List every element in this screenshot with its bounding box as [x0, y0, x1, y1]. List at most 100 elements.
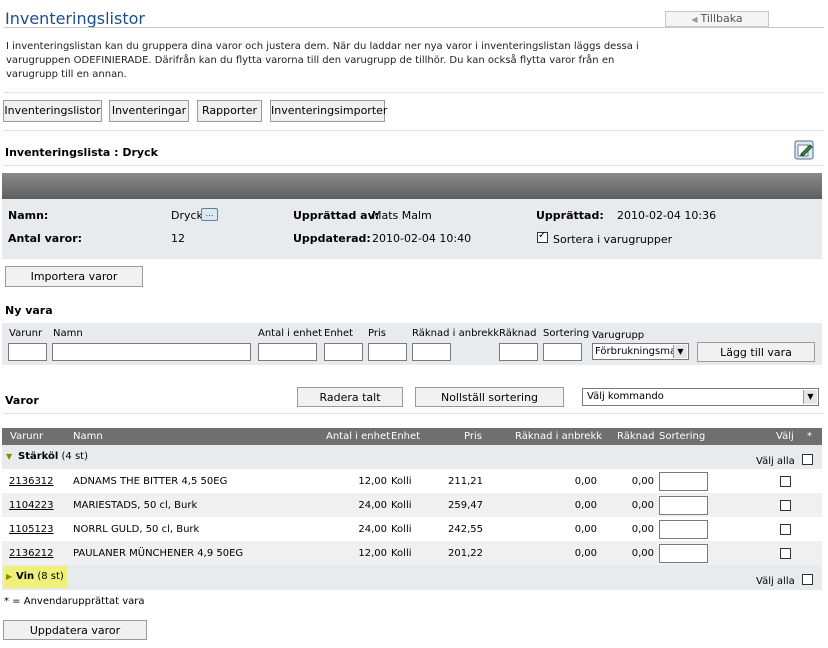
chevron-down-icon: ▼: [803, 390, 817, 404]
varor-heading: Varor: [5, 394, 39, 407]
nav-inventeringslistor-button[interactable]: Inventeringslistor: [3, 100, 102, 122]
new-varugrupp-select[interactable]: Förbrukningsma ▼: [592, 343, 689, 360]
item-sort-input[interactable]: [659, 472, 708, 491]
list-heading: Inventeringslista : Dryck: [5, 146, 158, 159]
select-all-checkbox[interactable]: [802, 574, 813, 585]
varugrupp-selected: Förbrukningsma: [595, 346, 677, 357]
group-row-starkol[interactable]: ▼ Stärköl (4 st) Välj alla: [2, 445, 822, 469]
reset-sorting-button[interactable]: Nollställ sortering: [415, 387, 564, 407]
col-varunr: Varunr: [10, 431, 44, 442]
new-varunr-label: Varunr: [9, 328, 43, 339]
item-antal: 12,00: [358, 476, 387, 487]
sort-groups-checkbox[interactable]: [537, 230, 548, 243]
group-count: (4 st): [61, 451, 89, 462]
created-by-value: Mats Malm: [372, 209, 432, 222]
page-title: Inventeringslistor: [5, 9, 145, 28]
new-pris-input[interactable]: [368, 343, 407, 361]
item-name: NORRL GULD, 50 cl, Burk: [73, 524, 200, 535]
item-antal: 24,00: [358, 500, 387, 511]
group-row-vin[interactable]: ▶ Vin (8 st) Välj alla: [2, 565, 822, 590]
add-item-button[interactable]: Lägg till vara: [697, 342, 815, 362]
group-title: Stärköl (4 st): [18, 451, 88, 462]
group-count: (8 st): [37, 571, 64, 582]
footnote: * = Anvendarupprättat vara: [4, 596, 145, 607]
triangle-down-icon[interactable]: ▼: [6, 452, 12, 461]
select-all-checkbox[interactable]: [802, 454, 813, 465]
varunr-link[interactable]: 1104223: [9, 500, 54, 511]
nav-inventeringsimporter-button[interactable]: Inventeringsimporter: [270, 100, 387, 122]
new-anbrekk-input[interactable]: [412, 343, 451, 361]
new-namn-input[interactable]: [52, 343, 251, 361]
back-button[interactable]: ◀ Tillbaka: [665, 11, 769, 27]
col-raknad: Räknad: [617, 431, 655, 442]
item-enhet: Kolli: [391, 476, 412, 487]
title-divider: [4, 27, 824, 28]
item-sort-input[interactable]: [659, 520, 708, 539]
item-select-checkbox[interactable]: [780, 524, 791, 535]
name-label: Namn:: [8, 209, 49, 222]
new-raknad-input[interactable]: [499, 343, 538, 361]
count-value: 12: [171, 232, 185, 245]
item-name: MARIESTADS, 50 cl, Burk: [73, 500, 198, 511]
table-header: Varunr Namn Antal i enhet Enhet Pris Räk…: [2, 428, 822, 445]
new-enhet-input[interactable]: [324, 343, 363, 361]
col-star: *: [807, 431, 812, 442]
divider: [4, 92, 824, 93]
group-name: Vin: [16, 571, 35, 582]
item-pris: 201,22: [448, 548, 483, 559]
triangle-right-icon[interactable]: ▶: [6, 572, 12, 581]
new-antal-input[interactable]: [258, 343, 317, 361]
item-select-checkbox[interactable]: [780, 476, 791, 487]
new-varugrupp-label: Varugrupp: [592, 330, 645, 341]
item-enhet: Kolli: [391, 524, 412, 535]
varunr-link[interactable]: 2136212: [9, 548, 54, 559]
edit-icon[interactable]: [794, 140, 814, 160]
item-pris: 259,47: [448, 500, 483, 511]
new-varunr-input[interactable]: [8, 343, 47, 361]
item-anbrekk: 0,00: [574, 548, 597, 559]
item-antal: 12,00: [358, 548, 387, 559]
new-antal-label: Antal i enhet: [258, 328, 323, 339]
command-selected: Välj kommando: [587, 391, 664, 402]
item-sort-input[interactable]: [659, 544, 708, 563]
varunr-link[interactable]: 2136312: [9, 476, 54, 487]
chevron-left-icon: ◀: [691, 15, 698, 24]
divider: [4, 130, 824, 131]
item-anbrekk: 0,00: [574, 476, 597, 487]
intro-text: I inventeringslistan kan du gruppera din…: [6, 41, 639, 80]
created-value: 2010-02-04 10:36: [617, 209, 717, 222]
item-name: ADNAMS THE BITTER 4,5 50EG: [73, 476, 228, 487]
command-select[interactable]: Välj kommando ▼: [582, 388, 819, 406]
created-by-label: Upprättad av:: [293, 209, 380, 222]
nav-rapporter-button[interactable]: Rapporter: [197, 100, 262, 122]
new-pris-label: Pris: [368, 328, 386, 339]
update-items-button[interactable]: Uppdatera varor: [3, 620, 147, 640]
item-raknad: 0,00: [631, 476, 654, 487]
item-raknad: 0,00: [631, 500, 654, 511]
new-sortering-input[interactable]: [543, 343, 582, 361]
item-enhet: Kolli: [391, 548, 412, 559]
item-select-checkbox[interactable]: [780, 500, 791, 511]
item-raknad: 0,00: [631, 524, 654, 535]
rename-button[interactable]: ...: [201, 208, 218, 221]
col-pris: Pris: [464, 431, 482, 442]
item-select-checkbox[interactable]: [780, 548, 791, 559]
nav-inventeringar-button[interactable]: Inventeringar: [109, 100, 189, 122]
created-label: Upprättad:: [536, 209, 604, 222]
import-items-button[interactable]: Importera varor: [5, 266, 143, 287]
col-namn: Namn: [73, 431, 103, 442]
item-anbrekk: 0,00: [574, 524, 597, 535]
new-anbrekk-label: Räknad i anbrekk: [412, 328, 500, 339]
col-anbrekk: Räknad i anbrekk: [515, 431, 603, 442]
varunr-link[interactable]: 1105123: [9, 524, 54, 535]
item-antal: 24,00: [358, 524, 387, 535]
col-valj: Välj: [776, 431, 794, 442]
new-sortering-label: Sortering: [543, 328, 590, 339]
item-sort-input[interactable]: [659, 496, 708, 515]
item-raknad: 0,00: [631, 548, 654, 559]
divider: [4, 165, 824, 166]
item-pris: 211,21: [448, 476, 483, 487]
col-antal: Antal i enhet: [326, 431, 391, 442]
delete-counted-button[interactable]: Radera talt: [297, 387, 403, 407]
back-button-label: Tillbaka: [700, 12, 743, 25]
